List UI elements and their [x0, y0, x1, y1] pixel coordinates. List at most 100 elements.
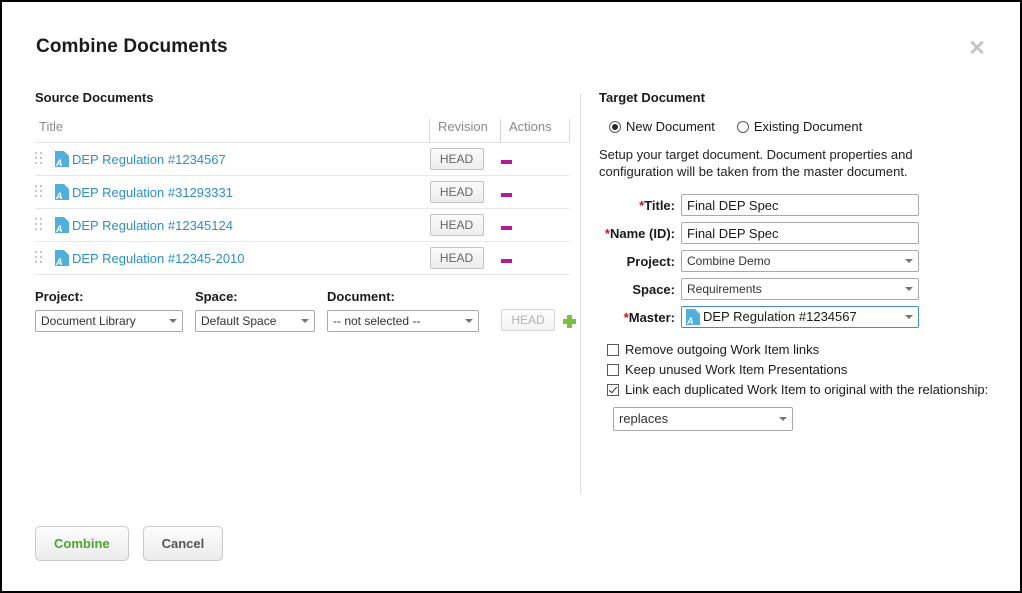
- chevron-down-icon: [301, 319, 309, 323]
- drag-handle-icon[interactable]: [35, 251, 45, 265]
- master-select-value: DEP Regulation #1234567: [703, 309, 857, 324]
- table-row: DEP Regulation #1234567 HEAD: [35, 142, 570, 176]
- checkbox-link-duplicated-items[interactable]: Link each duplicated Work Item to origin…: [607, 382, 999, 397]
- column-header-title: Title: [35, 119, 430, 143]
- master-label-text: Master:: [628, 309, 675, 325]
- target-document-panel: Target Document New Document Existing Do…: [599, 90, 999, 431]
- name-label-text: Name (ID):: [609, 225, 675, 241]
- row-actions-cell: [500, 175, 570, 209]
- chevron-down-icon: [905, 259, 913, 263]
- target-space-select[interactable]: Requirements: [681, 278, 919, 300]
- revision-button[interactable]: HEAD: [429, 214, 484, 236]
- page-title: Combine Documents: [36, 36, 228, 57]
- checkbox-icon: [607, 383, 619, 396]
- panel-divider: [580, 94, 581, 494]
- column-header-actions: Actions: [500, 119, 570, 143]
- master-select[interactable]: DEP Regulation #1234567: [681, 306, 919, 328]
- checkbox-remove-outgoing-links-label: Remove outgoing Work Item links: [625, 342, 820, 357]
- document-icon: [55, 250, 69, 267]
- document-link[interactable]: DEP Regulation #31293331: [72, 185, 233, 200]
- close-icon[interactable]: ✕: [966, 38, 988, 60]
- document-select[interactable]: -- not selected --: [327, 310, 479, 332]
- chevron-down-icon: [905, 287, 913, 291]
- cancel-button[interactable]: Cancel: [142, 526, 224, 561]
- project-select-value: Document Library: [41, 314, 136, 328]
- checkbox-icon: [607, 343, 619, 356]
- document-link[interactable]: DEP Regulation #1234567: [72, 152, 226, 167]
- checkbox-link-duplicated-items-label: Link each duplicated Work Item to origin…: [625, 382, 989, 397]
- row-title-cell: DEP Regulation #12345124: [35, 208, 430, 242]
- source-documents-table: Title Revision Actions DEP Regulation #1…: [35, 119, 570, 275]
- target-project-value: Combine Demo: [687, 254, 771, 268]
- combine-button[interactable]: Combine: [35, 526, 129, 561]
- space-select-value: Default Space: [201, 314, 277, 328]
- row-title-cell: DEP Regulation #12345-2010: [35, 241, 430, 275]
- table-row: DEP Regulation #12345124 HEAD: [35, 208, 570, 242]
- revision-button[interactable]: HEAD: [429, 148, 484, 170]
- radio-icon: [736, 120, 749, 133]
- relationship-select[interactable]: replaces: [613, 407, 793, 431]
- space-selector-group: Space: Default Space: [195, 289, 315, 332]
- document-icon: [55, 151, 69, 168]
- drag-handle-icon[interactable]: [35, 152, 45, 166]
- target-options-list: Remove outgoing Work Item links Keep unu…: [607, 342, 999, 431]
- source-selector-row: Project: Document Library Space: Default…: [35, 289, 576, 332]
- target-project-select[interactable]: Combine Demo: [681, 250, 919, 272]
- checkbox-remove-outgoing-links[interactable]: Remove outgoing Work Item links: [607, 342, 999, 357]
- chevron-down-icon: [905, 315, 913, 319]
- master-field-row: *Master: DEP Regulation #1234567: [599, 306, 919, 328]
- title-label: *Title:: [599, 198, 681, 213]
- space-select[interactable]: Default Space: [195, 310, 315, 332]
- revision-button[interactable]: HEAD: [429, 181, 484, 203]
- radio-icon: [609, 120, 621, 133]
- project-select[interactable]: Document Library: [35, 310, 183, 332]
- column-header-revision: Revision: [429, 119, 501, 143]
- table-header-row: Title Revision Actions: [35, 119, 570, 143]
- table-row: DEP Regulation #12345-2010 HEAD: [35, 241, 570, 275]
- project-label: Project:: [35, 289, 84, 304]
- name-label: *Name (ID):: [599, 226, 681, 241]
- row-revision-cell: HEAD: [429, 142, 501, 176]
- source-documents-panel: Source Documents Title Revision Actions …: [35, 90, 576, 332]
- revision-button[interactable]: HEAD: [429, 247, 484, 269]
- name-id-input[interactable]: [681, 222, 919, 244]
- target-help-text: Setup your target document. Document pro…: [599, 147, 913, 179]
- radio-existing-document-label: Existing Document: [753, 119, 863, 134]
- drag-handle-icon[interactable]: [35, 218, 45, 232]
- space-label: Space:: [195, 289, 238, 304]
- radio-existing-document[interactable]: Existing Document: [736, 119, 863, 134]
- remove-icon[interactable]: [500, 192, 512, 197]
- title-label-text: Title:: [644, 197, 675, 213]
- radio-new-document[interactable]: New Document: [609, 119, 715, 134]
- row-title-cell: DEP Regulation #1234567: [35, 142, 430, 176]
- target-space-label: Space:: [632, 281, 675, 297]
- target-mode-radio-group: New Document Existing Document: [609, 119, 999, 134]
- target-space-value: Requirements: [687, 282, 762, 296]
- document-icon: [55, 217, 69, 234]
- target-document-heading: Target Document: [599, 90, 705, 105]
- remove-icon[interactable]: [500, 159, 512, 164]
- row-title-cell: DEP Regulation #31293331: [35, 175, 430, 209]
- checkbox-keep-unused-presentations-label: Keep unused Work Item Presentations: [625, 362, 848, 377]
- remove-icon[interactable]: [500, 225, 512, 230]
- row-actions-cell: [500, 208, 570, 242]
- title-input[interactable]: [681, 194, 919, 216]
- source-documents-heading: Source Documents: [35, 90, 154, 105]
- table-row: DEP Regulation #31293331 HEAD: [35, 175, 570, 209]
- plus-icon[interactable]: [563, 315, 576, 328]
- drag-handle-icon[interactable]: [35, 185, 45, 199]
- target-form: *Title: *Name (ID): Project: Combine Dem…: [599, 194, 919, 328]
- remove-icon[interactable]: [500, 258, 512, 263]
- row-revision-cell: HEAD: [429, 241, 501, 275]
- checkbox-keep-unused-presentations[interactable]: Keep unused Work Item Presentations: [607, 362, 999, 377]
- row-revision-cell: HEAD: [429, 175, 501, 209]
- combine-documents-dialog: Combine Documents ✕ Source Documents Tit…: [0, 0, 1022, 593]
- document-link[interactable]: DEP Regulation #12345124: [72, 218, 233, 233]
- chevron-down-icon: [465, 319, 473, 323]
- document-icon: [55, 184, 69, 201]
- document-link[interactable]: DEP Regulation #12345-2010: [72, 251, 245, 266]
- chevron-down-icon: [779, 417, 787, 421]
- project-field-row: Project: Combine Demo: [599, 250, 919, 272]
- row-revision-cell: HEAD: [429, 208, 501, 242]
- document-label: Document:: [327, 289, 395, 304]
